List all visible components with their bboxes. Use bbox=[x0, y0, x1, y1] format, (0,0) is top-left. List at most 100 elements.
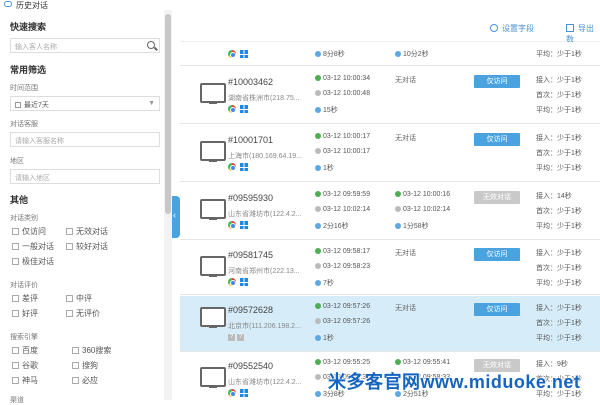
visit-duration: 1秒 bbox=[315, 333, 334, 343]
checkbox-good-rating[interactable]: 好评 bbox=[12, 308, 38, 319]
visitor-id: #09552540 bbox=[228, 361, 274, 371]
visit-duration: 15秒 bbox=[315, 105, 338, 115]
dialog-duration: 1分58秒 bbox=[395, 221, 429, 231]
visit-only-button[interactable]: 仅访问 bbox=[474, 75, 520, 88]
checkbox-excellent-dialog[interactable]: 极佳对话 bbox=[12, 256, 54, 267]
list-toolbar: 设置字段 导出数 bbox=[180, 10, 600, 44]
title-bar: 历史对话 bbox=[0, 0, 600, 10]
guest-name-search-input[interactable]: 输入客人名称 bbox=[10, 38, 160, 53]
dialog-start-time: 03-12 09:55:41 bbox=[395, 359, 450, 366]
unknown-browser-icon: ? bbox=[228, 334, 235, 341]
dialog-end-time: 03-12 10:02:14 bbox=[395, 206, 450, 213]
unknown-os-icon: ? bbox=[237, 334, 244, 341]
rating-label: 对话评价 bbox=[10, 282, 38, 289]
chrome-icon bbox=[228, 50, 236, 58]
visitor-id: #10003462 bbox=[228, 77, 274, 87]
checkbox-medium-rating[interactable]: 中评 bbox=[66, 293, 92, 304]
collapse-sidebar-button[interactable]: ‹ bbox=[172, 196, 180, 238]
checkbox-shenma[interactable]: 神马 bbox=[12, 375, 38, 386]
visitor-id: #10001701 bbox=[228, 135, 274, 145]
gear-icon bbox=[490, 24, 498, 32]
dialog-type-label: 对话类别 bbox=[10, 215, 38, 222]
checkbox-google[interactable]: 谷歌 bbox=[12, 360, 38, 371]
checkbox-no-rating[interactable]: 无评价 bbox=[66, 308, 100, 319]
dialog-status: 无对话 bbox=[395, 250, 416, 257]
avg-response: 平均：少于1秒 bbox=[536, 335, 582, 342]
chrome-icon bbox=[228, 221, 236, 229]
invalid-dialog-button[interactable]: 无效对话 bbox=[474, 191, 520, 204]
device-tags: ?? bbox=[228, 334, 246, 341]
visit-duration: 1秒 bbox=[315, 163, 334, 173]
first-response: 首次：少于1秒 bbox=[536, 320, 582, 327]
region-input[interactable]: 请输入地区 bbox=[10, 169, 160, 184]
visit-only-button[interactable]: 仅访问 bbox=[474, 133, 520, 146]
table-row[interactable]: #10001701 上海市(180.169.64.19... 03-12 10:… bbox=[180, 125, 600, 182]
visitor-location: 山东省潍坊市(122.4.2... bbox=[228, 211, 302, 218]
first-response: 首次：少于1秒 bbox=[536, 92, 582, 99]
end-time: 03-12 10:00:17 bbox=[315, 148, 370, 155]
checkbox-invalid-dialog[interactable]: 无效对话 bbox=[66, 226, 108, 237]
first-response: 首次：少于1秒 bbox=[536, 265, 582, 272]
visitor-location: 上海市(180.169.64.19... bbox=[228, 153, 302, 160]
table-row[interactable]: #09581745 河南省郑州市(222.13... 03-12 09:58:1… bbox=[180, 241, 600, 295]
table-row[interactable]: #10003462 湖南省株洲市(218.75... 03-12 10:00:3… bbox=[180, 67, 600, 124]
checkbox-baidu[interactable]: 百度 bbox=[12, 345, 38, 356]
table-row-selected[interactable]: #09572628 北京市(111.206.198.2... ?? 03-12 … bbox=[180, 296, 600, 352]
visitor-location: 山东省潍坊市(122.4.2... bbox=[228, 379, 302, 386]
dialog-start-time: 03-12 10:00:16 bbox=[395, 191, 450, 198]
visit-duration: 8分8秒 bbox=[315, 49, 345, 59]
visitor-computer-icon bbox=[200, 367, 226, 388]
access-time: 接入：少于1秒 bbox=[536, 77, 582, 84]
start-time: 03-12 09:57:26 bbox=[315, 303, 370, 310]
windows-icon bbox=[240, 50, 248, 58]
dialog-duration: 10分2秒 bbox=[395, 49, 429, 59]
other-title: 其他 bbox=[10, 195, 29, 205]
start-time: 03-12 10:00:34 bbox=[315, 75, 370, 82]
visitor-computer-icon bbox=[200, 256, 226, 277]
visitor-computer-icon bbox=[200, 199, 226, 220]
chrome-icon bbox=[228, 105, 236, 113]
windows-icon bbox=[240, 105, 248, 113]
checkbox-sogou[interactable]: 搜狗 bbox=[72, 360, 98, 371]
search-placeholder: 输入客人名称 bbox=[15, 44, 57, 51]
first-response: 首次：少于1秒 bbox=[536, 208, 582, 215]
dialog-status: 无对话 bbox=[395, 135, 416, 142]
checkbox-360[interactable]: 360搜索 bbox=[72, 345, 111, 356]
visitor-computer-icon bbox=[200, 307, 226, 328]
app-logo-icon bbox=[4, 1, 12, 7]
start-time: 03-12 09:58:17 bbox=[315, 248, 370, 255]
sidebar-scrollbar[interactable] bbox=[164, 10, 172, 400]
visit-only-button[interactable]: 仅访问 bbox=[474, 303, 520, 316]
checkbox-visit-only[interactable]: 仅访问 bbox=[12, 226, 46, 237]
checkbox-bing[interactable]: 必应 bbox=[72, 375, 98, 386]
avg-response: 平均：少于1秒 bbox=[536, 165, 582, 172]
table-row[interactable]: 8分8秒 10分2秒 平均：少于1秒 bbox=[180, 42, 600, 66]
search-icon[interactable] bbox=[147, 41, 155, 49]
access-time: 接入：14秒 bbox=[536, 193, 572, 200]
visit-only-button[interactable]: 仅访问 bbox=[474, 248, 520, 261]
scrollbar-thumb[interactable] bbox=[165, 14, 171, 214]
avg-response: 平均：少于1秒 bbox=[536, 280, 582, 287]
chevron-left-icon: ‹ bbox=[173, 210, 176, 220]
table-row[interactable]: #09595930 山东省潍坊市(122.4.2... 03-12 09:59:… bbox=[180, 183, 600, 240]
time-range-select[interactable]: 最近7天 ▼ bbox=[10, 96, 160, 111]
visit-duration: 2分16秒 bbox=[315, 221, 349, 231]
calendar-icon bbox=[15, 102, 21, 108]
end-time: 03-12 10:02:14 bbox=[315, 206, 370, 213]
start-time: 03-12 09:59:59 bbox=[315, 191, 370, 198]
access-time: 接入：少于1秒 bbox=[536, 250, 582, 257]
end-time: 03-12 10:00:48 bbox=[315, 90, 370, 97]
filter-sidebar: 快速搜索 输入客人名称 常用筛选 时间范围 最近7天 ▼ 对话客服 请输入客服名… bbox=[0, 10, 172, 404]
quick-search-title: 快速搜索 bbox=[10, 22, 47, 32]
search-engine-label: 搜索引擎 bbox=[10, 334, 38, 341]
chrome-icon bbox=[228, 389, 236, 397]
windows-icon bbox=[240, 389, 248, 397]
checkbox-bad-rating[interactable]: 差评 bbox=[12, 293, 38, 304]
start-time: 03-12 09:55:25 bbox=[315, 359, 370, 366]
region-placeholder: 请输入地区 bbox=[15, 175, 50, 182]
checkbox-normal-dialog[interactable]: 一般对话 bbox=[12, 241, 54, 252]
service-input[interactable]: 请输入客服名称 bbox=[10, 132, 160, 147]
field-settings-button[interactable]: 设置字段 bbox=[490, 23, 534, 34]
checkbox-good-dialog[interactable]: 较好对话 bbox=[66, 241, 108, 252]
visitor-location: 河南省郑州市(222.13... bbox=[228, 268, 300, 275]
